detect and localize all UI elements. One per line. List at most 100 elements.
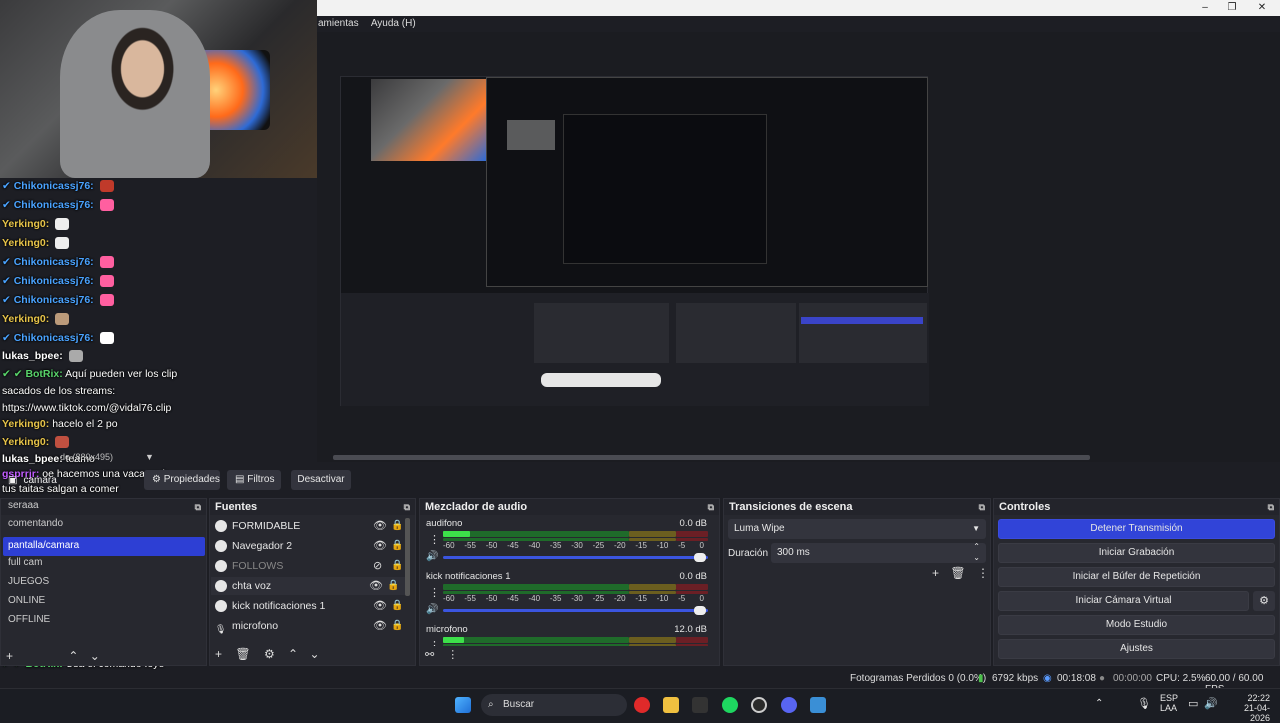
dock-popout-icon[interactable]: ⧉	[979, 499, 985, 515]
tray-chevron-icon[interactable]: ⌃	[1095, 698, 1103, 709]
start-recording-button[interactable]: Iniciar Grabación	[998, 543, 1275, 563]
settings-button[interactable]: Ajustes	[998, 639, 1275, 659]
volume-slider[interactable]	[443, 606, 708, 615]
menu-help[interactable]: Ayuda (H)	[371, 18, 416, 29]
preview-canvas[interactable]	[340, 76, 929, 406]
epic-games-icon[interactable]	[692, 697, 708, 713]
lock-icon[interactable]: 🔒	[391, 557, 403, 575]
source-name: Navegador 2	[232, 540, 293, 552]
chevron-down-icon[interactable]: ⌄	[309, 647, 319, 661]
kebab-icon[interactable]: ⋮	[429, 639, 440, 646]
kebab-icon[interactable]: ⋮	[429, 533, 440, 546]
opera-icon[interactable]	[634, 697, 650, 713]
eye-icon[interactable]: 👁	[369, 577, 383, 595]
add-icon[interactable]: +	[932, 566, 939, 580]
chat-username: Chikonicassj76:	[13, 256, 94, 268]
kebab-icon[interactable]: ⋮	[429, 586, 440, 599]
eye-icon[interactable]: 👁	[373, 537, 387, 555]
cpu-usage: CPU: 2.5%	[1156, 673, 1206, 684]
taskbar-search[interactable]: ⌕ Buscar	[481, 694, 627, 716]
filters-button[interactable]: ▤ Filtros	[227, 470, 281, 490]
chat-username: Yerking0:	[2, 218, 50, 230]
virtual-camera-settings-button[interactable]: ⚙	[1253, 591, 1275, 611]
source-list[interactable]: FORMIDABLE 👁 🔒 Navegador 2 👁 🔒 FOLLOWS ⊘ 🔒 chta v…	[209, 516, 409, 644]
language-indicator[interactable]: ESP LAA	[1160, 693, 1178, 713]
lock-icon[interactable]: 🔒	[391, 517, 403, 535]
eye-icon[interactable]: 👁	[373, 597, 387, 615]
add-icon[interactable]: +	[6, 649, 13, 663]
gear-icon[interactable]: ⚙	[264, 647, 275, 661]
obs-icon[interactable]	[751, 697, 767, 713]
scene-item[interactable]: JUEGOS	[8, 576, 49, 587]
slider-handle[interactable]	[694, 606, 706, 615]
microphone-icon: 🎙	[215, 624, 227, 635]
sources-scrollbar[interactable]	[405, 518, 410, 596]
lock-icon[interactable]: 🔒	[391, 617, 403, 635]
stepper-icon[interactable]: ⌃ ⌄	[973, 541, 980, 563]
discord-icon[interactable]	[781, 697, 797, 713]
stop-streaming-button[interactable]: Detener Transmisión	[998, 519, 1275, 539]
bitrate: 6792 kbps	[992, 673, 1039, 684]
trash-icon[interactable]: 🗑	[235, 647, 250, 661]
duration-input[interactable]: 300 ms ⌃ ⌄	[771, 541, 986, 563]
start-virtual-camera-button[interactable]: Iniciar Cámara Virtual	[998, 591, 1249, 611]
scene-item[interactable]: seraaa	[8, 500, 39, 511]
scale-label: -35	[549, 541, 562, 550]
menu-tools[interactable]: amientas	[318, 18, 359, 29]
properties-button[interactable]: ⚙ Propiedades	[144, 470, 220, 490]
channel-name: microfono	[426, 624, 468, 635]
dock-popout-icon[interactable]: ⧉	[1268, 499, 1274, 515]
start-replay-buffer-button[interactable]: Iniciar el Búfer de Repetición	[998, 567, 1275, 587]
network-icon[interactable]: ▭	[1188, 697, 1198, 710]
chat-message: Yerking0:	[2, 313, 70, 326]
chevron-down-icon[interactable]: ⌄	[90, 649, 100, 663]
eye-icon[interactable]: 👁	[373, 517, 387, 535]
kebab-icon[interactable]: ⋮	[977, 566, 989, 580]
scene-list[interactable]: seraaa comentando pantalla/camara full cam J…	[6, 500, 206, 650]
chevron-up-icon[interactable]: ⌃	[288, 647, 298, 661]
scene-item[interactable]: comentando	[8, 518, 63, 529]
preview-scrollbar[interactable]	[333, 455, 1090, 460]
lock-icon[interactable]: 🔒	[387, 577, 399, 595]
eye-hidden-icon[interactable]: ⊘	[373, 557, 382, 575]
volume-icon[interactable]: 🔊	[1204, 697, 1218, 710]
lock-icon[interactable]: 🔒	[391, 537, 403, 555]
clock[interactable]: 22:22 21-04-2026	[1228, 693, 1270, 723]
scene-item[interactable]: pantalla/camara	[8, 540, 79, 551]
mixer-channels: audifono 0.0 dB -60 -55 -50 -45 -40 -35 -30 -25 -2…	[419, 516, 719, 646]
add-icon[interactable]: +	[215, 647, 222, 661]
link-icon[interactable]: ⚯	[425, 649, 434, 661]
spotify-icon[interactable]	[722, 697, 738, 713]
scene-item[interactable]: OFFLINE	[8, 614, 50, 625]
scale-label: -50	[485, 541, 498, 550]
chevron-up-icon[interactable]: ⌃	[68, 649, 78, 663]
scene-item[interactable]: full cam	[8, 557, 42, 568]
volume-slider[interactable]	[443, 553, 708, 562]
eye-icon[interactable]: 👁	[373, 617, 387, 635]
maximize-button[interactable]: ❐	[1222, 1, 1242, 15]
slider-handle[interactable]	[694, 553, 706, 562]
close-button[interactable]: ✕	[1252, 1, 1272, 15]
file-explorer-icon[interactable]	[663, 697, 679, 713]
menu-bar: amientas Ayuda (H)	[317, 16, 1280, 32]
notepad-icon[interactable]	[810, 697, 826, 713]
deactivate-button[interactable]: Desactivar	[291, 470, 351, 490]
scale-label: -30	[571, 594, 583, 603]
volume-icon[interactable]: 🔊	[426, 604, 438, 615]
chevron-down-icon[interactable]: ▼	[145, 452, 154, 462]
studio-mode-button[interactable]: Modo Estudio	[998, 615, 1275, 635]
microphone-icon[interactable]: 🎙	[1137, 697, 1151, 710]
source-item[interactable]: chta voz 👁 🔒	[211, 577, 407, 595]
trash-icon[interactable]: 🗑	[950, 566, 965, 580]
volume-icon[interactable]: 🔊	[426, 551, 438, 562]
minimize-button[interactable]: –	[1195, 1, 1215, 15]
windows-start-icon[interactable]	[455, 697, 471, 713]
kebab-icon[interactable]: ⋮	[447, 649, 458, 661]
gear-icon: ⚙	[1259, 595, 1269, 607]
lock-icon[interactable]: 🔒	[391, 597, 403, 615]
dock-popout-icon[interactable]: ⧉	[404, 499, 410, 515]
dock-popout-icon[interactable]: ⧉	[708, 499, 714, 515]
scene-item[interactable]: ONLINE	[8, 595, 45, 606]
chat-username: Yerking0:	[2, 418, 50, 430]
transition-select[interactable]: Luma Wipe ▼	[728, 519, 986, 539]
